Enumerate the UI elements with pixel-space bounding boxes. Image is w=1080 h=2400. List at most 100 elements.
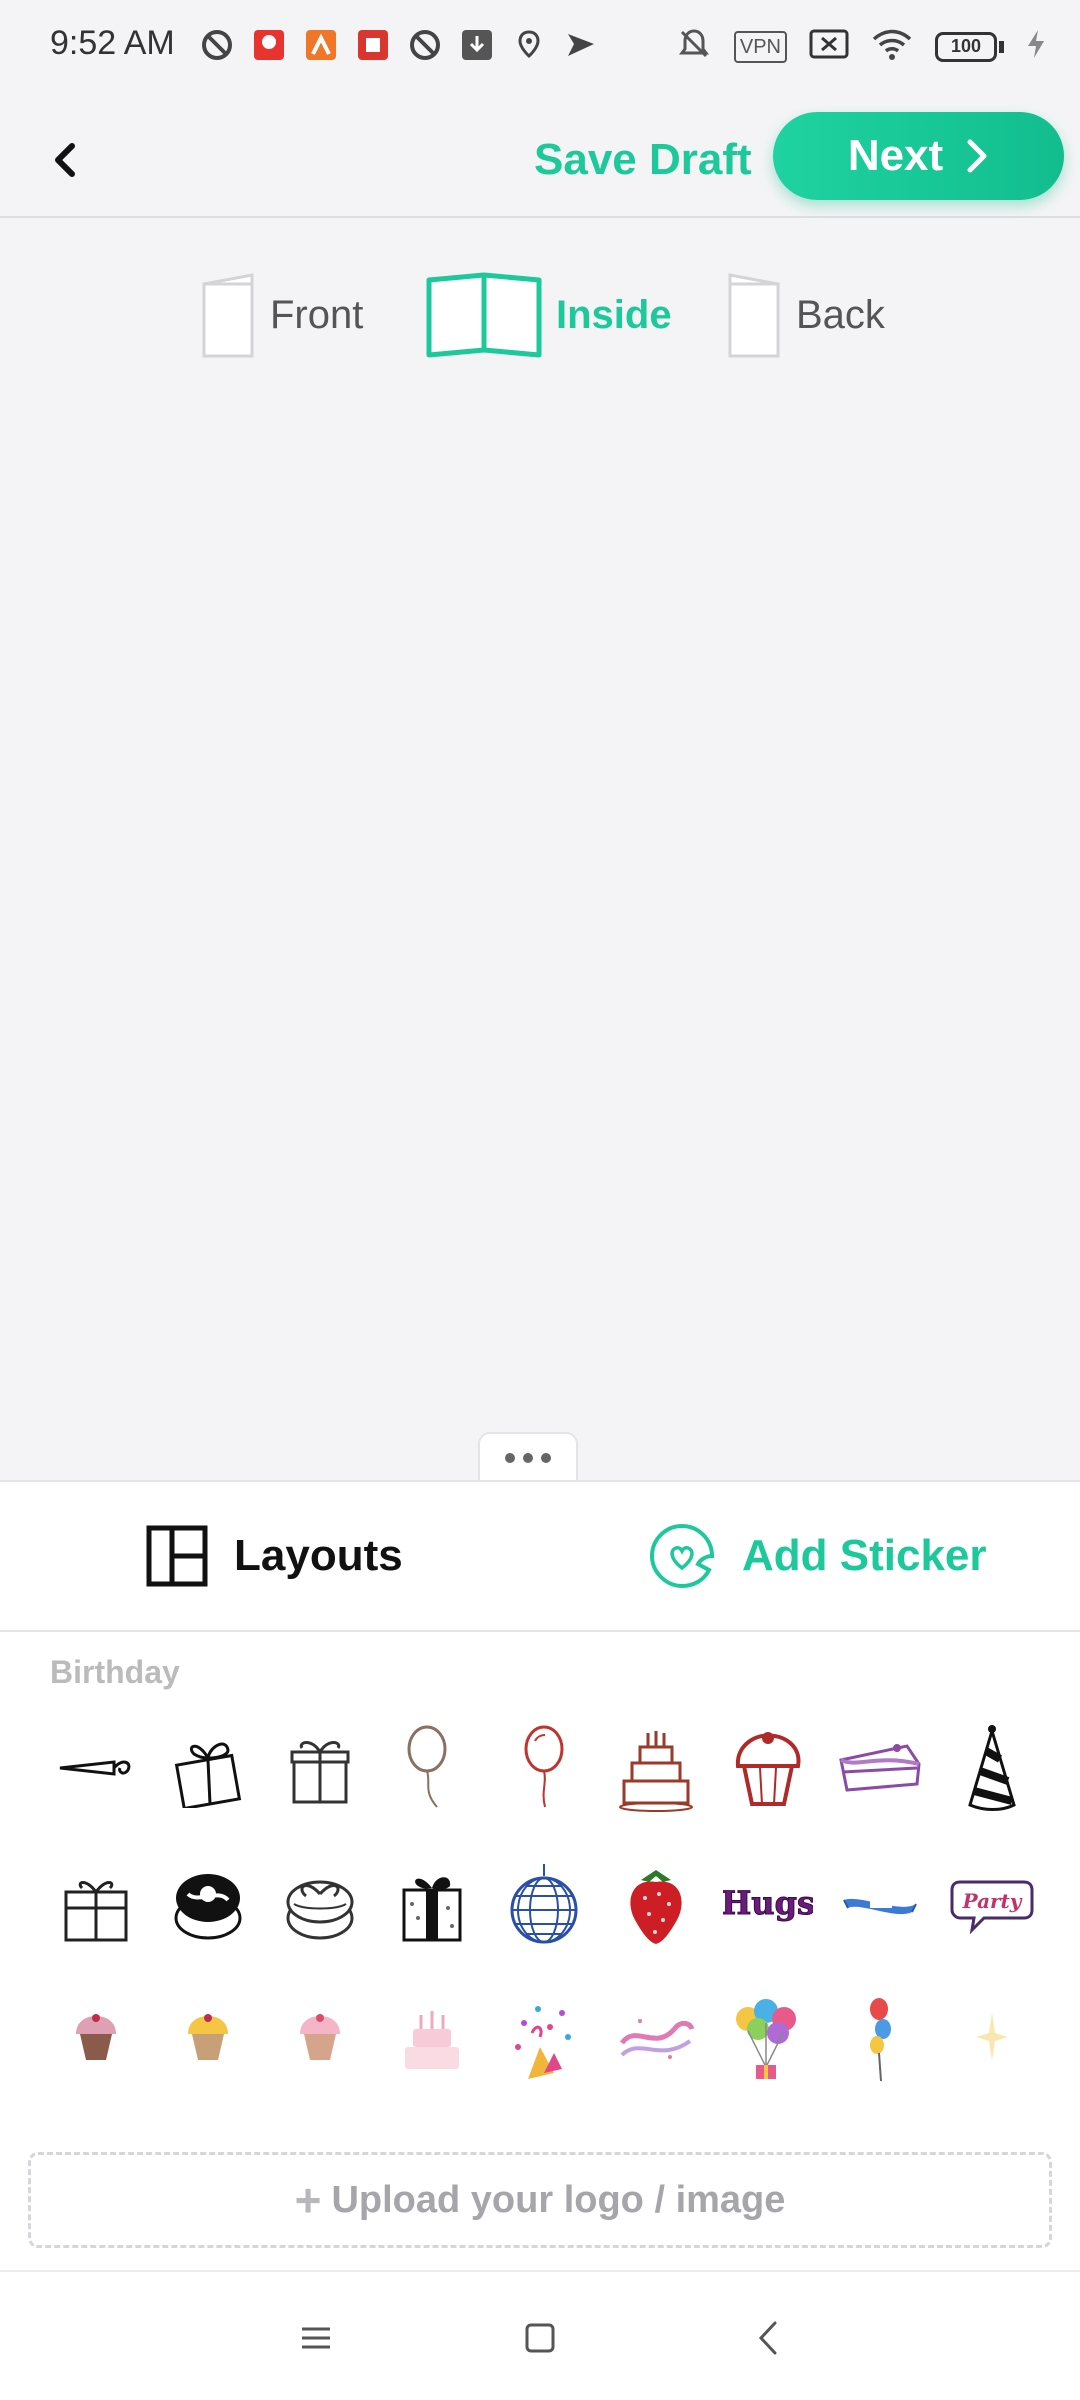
home-button[interactable] — [512, 2310, 568, 2366]
card-front-icon — [202, 273, 254, 358]
face-tab-inside[interactable]: Inside — [426, 270, 672, 360]
confetti-icon — [515, 2006, 571, 2079]
chevron-left-icon — [758, 2321, 777, 2355]
recent-apps-button[interactable] — [288, 2310, 344, 2366]
ribbon-banner-icon — [843, 1898, 917, 1915]
sticker-cake-slice[interactable] — [824, 1708, 936, 1828]
sticker-round-gift-box[interactable] — [152, 1844, 264, 1964]
card-back-icon — [728, 273, 780, 358]
sticker-confetti[interactable] — [488, 1978, 600, 2098]
upload-image-button[interactable]: + Upload your logo / image — [28, 2152, 1052, 2248]
gift-box-icon — [64, 1881, 128, 1942]
disco-ball-icon — [510, 1864, 578, 1944]
upload-image-label: Upload your logo / image — [331, 2178, 786, 2221]
sticker-row — [40, 1708, 1048, 1828]
sticker-party-horn[interactable] — [40, 1708, 152, 1828]
hugs-text-label: Hugs — [723, 1884, 813, 1922]
panel-drag-handle[interactable] — [478, 1432, 578, 1482]
next-button[interactable]: Next — [773, 112, 1064, 200]
status-time: 9:52 AM — [50, 24, 175, 62]
send-icon — [562, 26, 600, 64]
menu-lines-icon — [302, 2327, 330, 2349]
status-bar: 9:52 AM VPN 100 — [0, 0, 1080, 100]
party-text-label: Party — [962, 1889, 1023, 1913]
tab-layouts-label: Layouts — [234, 1531, 403, 1580]
sticker-cupcake[interactable] — [152, 1978, 264, 2098]
card-face-selector: Front Inside Back — [0, 218, 1080, 418]
sticker-round-gift-box[interactable] — [264, 1844, 376, 1964]
next-button-label: Next — [847, 131, 944, 180]
battery-icon: 100 — [935, 31, 1004, 62]
round-gift-box-icon — [174, 1874, 242, 1940]
cake-slice-icon — [839, 1744, 921, 1792]
sticker-disco-ball[interactable] — [488, 1844, 600, 1964]
square-home-icon — [525, 2323, 555, 2353]
sticker-gift-box[interactable] — [376, 1844, 488, 1964]
layout-grid-icon — [146, 1525, 208, 1587]
top-toolbar: Save Draft Next — [0, 100, 1080, 218]
ribbon-icon — [619, 2019, 695, 2059]
sticker-cupcake[interactable] — [264, 1978, 376, 2098]
back-button[interactable] — [36, 130, 96, 190]
status-system-icons: VPN 100 — [676, 26, 1046, 67]
app-notification-icon — [198, 26, 236, 64]
card-canvas[interactable] — [0, 418, 1080, 1478]
party-speech-bubble-icon: Party — [950, 1880, 1034, 1934]
balloon-icon — [870, 1998, 891, 2082]
sticker-gift-box[interactable] — [264, 1708, 376, 1828]
sticker-category-label: Birthday — [50, 1654, 180, 1690]
sticker-strawberry[interactable] — [600, 1844, 712, 1964]
sticker-row — [40, 1978, 1048, 2098]
sticker-sparkle[interactable] — [936, 1978, 1048, 2098]
sticker-gift-box[interactable] — [40, 1844, 152, 1964]
system-back-button[interactable] — [740, 2310, 796, 2366]
tab-add-sticker-label: Add Sticker — [742, 1531, 987, 1580]
charging-icon — [1026, 28, 1046, 65]
sticker-party-text[interactable]: Party — [936, 1844, 1048, 1964]
tab-add-sticker[interactable]: Add Sticker — [648, 1518, 987, 1594]
face-tab-front[interactable]: Front — [200, 270, 363, 360]
balloon-icon — [407, 1725, 447, 1808]
birthday-cake-icon — [619, 1731, 693, 1812]
sticker-balloon[interactable] — [824, 1978, 936, 2098]
sticker-balloon[interactable] — [488, 1708, 600, 1828]
app-notification-icon — [354, 26, 392, 64]
sticker-party-hat[interactable] — [936, 1708, 1048, 1828]
chevron-left-icon — [55, 143, 75, 177]
sticker-balloons[interactable] — [712, 1978, 824, 2098]
face-tab-back[interactable]: Back — [726, 270, 885, 360]
sticker-hugs-banner[interactable] — [824, 1844, 936, 1964]
round-gift-box-icon — [286, 1880, 354, 1940]
sticker-birthday-cake[interactable] — [600, 1708, 712, 1828]
tab-layouts[interactable]: Layouts — [146, 1520, 403, 1592]
party-horn-icon — [59, 1760, 131, 1776]
panel-tabs: Layouts Add Sticker — [0, 1482, 1080, 1632]
sticker-heart-icon — [649, 1523, 715, 1589]
hugs-text-icon: Hugs — [723, 1884, 813, 1923]
sticker-cupcake[interactable] — [712, 1708, 824, 1828]
cupcake-icon — [300, 2014, 340, 2060]
download-icon — [458, 26, 496, 64]
face-label-back: Back — [796, 292, 885, 337]
app-notification-icon — [302, 26, 340, 64]
sticker-gift-box[interactable] — [152, 1708, 264, 1828]
party-hat-icon — [968, 1725, 1016, 1811]
save-draft-button[interactable]: Save Draft — [534, 130, 752, 190]
bell-muted-icon — [676, 26, 712, 67]
sparkle-icon — [976, 2013, 1008, 2061]
chevron-right-icon — [967, 139, 987, 173]
cupcake-icon — [735, 1732, 801, 1806]
strawberry-icon — [630, 1870, 682, 1944]
vpn-icon: VPN — [733, 30, 787, 63]
screen: 9:52 AM VPN 100 Save Draft Next Front In… — [0, 0, 1080, 2400]
plus-icon: + — [294, 2174, 322, 2226]
wifi-icon — [871, 27, 913, 66]
cupcake-icon — [188, 2014, 228, 2060]
sticker-ribbon[interactable] — [600, 1978, 712, 2098]
sticker-birthday-cake[interactable] — [376, 1978, 488, 2098]
sticker-balloon[interactable] — [376, 1708, 488, 1828]
balloon-icon — [524, 1725, 564, 1808]
sticker-cupcake[interactable] — [40, 1978, 152, 2098]
sticker-hugs-text[interactable]: Hugs — [712, 1844, 824, 1964]
system-navigation-bar — [0, 2270, 1080, 2400]
